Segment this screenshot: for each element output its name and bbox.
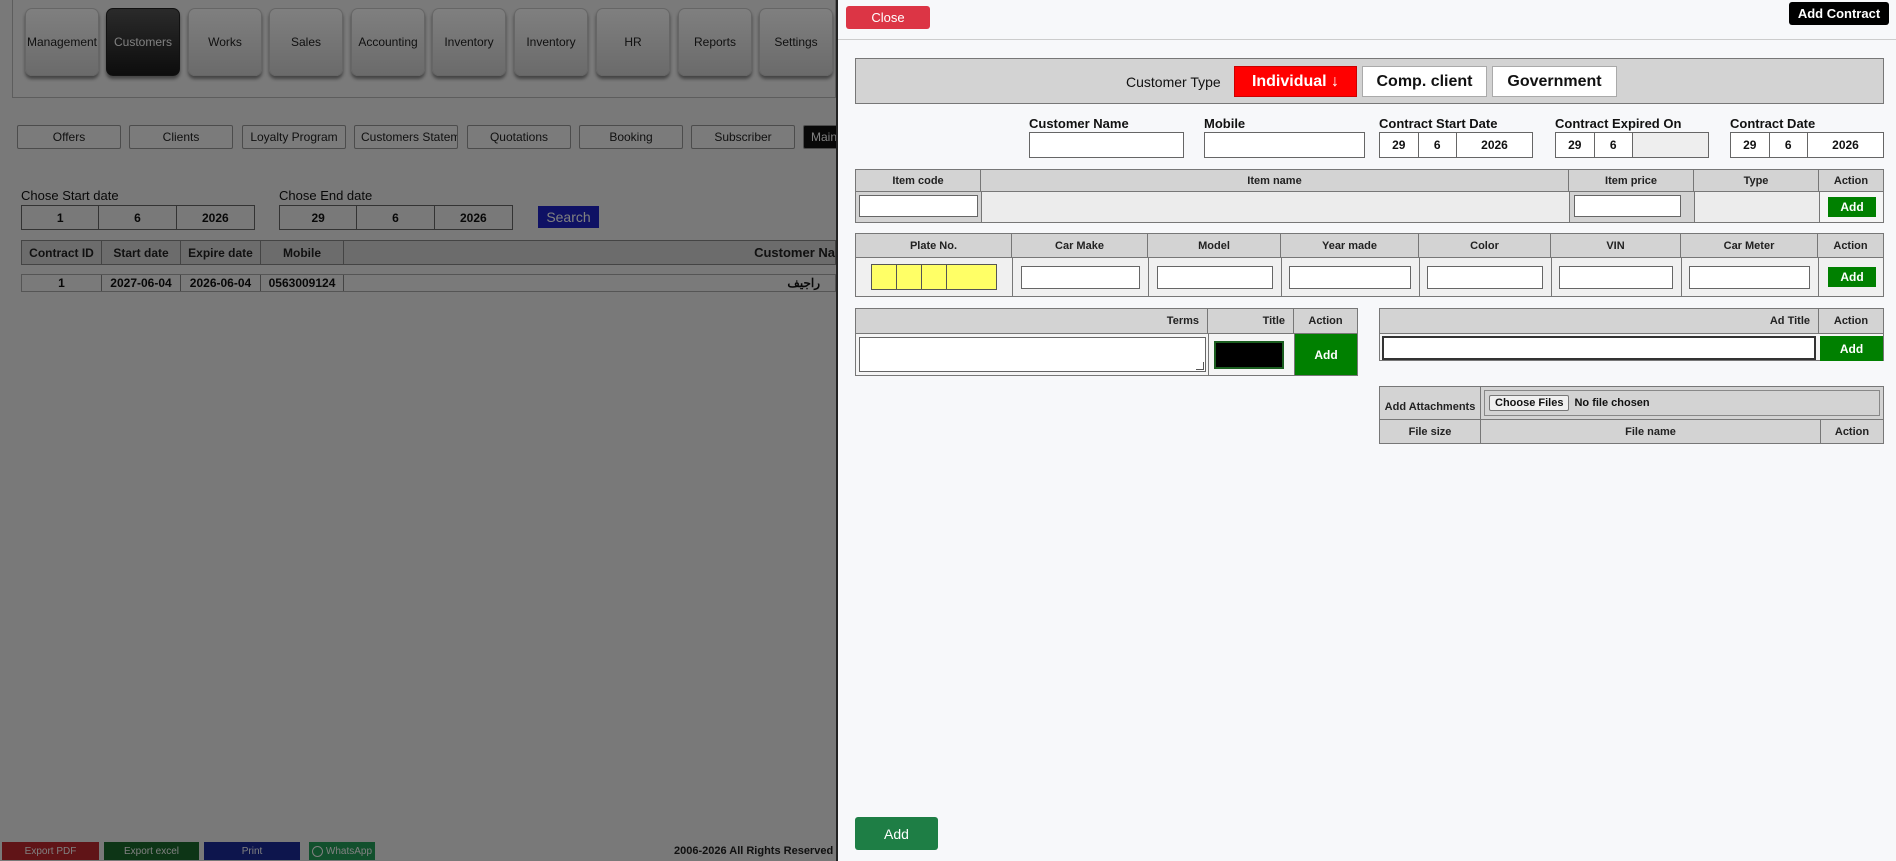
plate-no-header: Plate No.	[856, 234, 1012, 257]
item-name-header: Item name	[981, 170, 1569, 191]
file-name-header: File name	[1481, 420, 1821, 443]
ad-title-table: Ad Title Action Add	[1379, 308, 1884, 361]
customer-name-label: Customer Name	[1029, 116, 1129, 131]
car-divider	[1012, 258, 1013, 296]
item-code-header: Item code	[856, 170, 981, 191]
car-table: Plate No. Car Make Model Year made Color…	[855, 233, 1884, 297]
contract-expired-day[interactable]: 29	[1556, 133, 1595, 157]
add-ad-button[interactable]: Add	[1820, 336, 1883, 361]
plate-no-input[interactable]	[871, 264, 997, 290]
contract-expired-month[interactable]: 6	[1595, 133, 1633, 157]
items-table: Item code Item name Item price Type Acti…	[855, 169, 1884, 223]
item-price-input[interactable]	[1574, 195, 1681, 217]
year-made-input[interactable]	[1289, 266, 1411, 289]
vin-input[interactable]	[1559, 266, 1673, 289]
ad-title-input[interactable]	[1382, 336, 1816, 360]
customer-type-label: Customer Type	[1126, 74, 1221, 90]
file-size-header: File size	[1380, 420, 1481, 443]
modal-overlay[interactable]	[0, 0, 836, 861]
customer-name-input[interactable]	[1029, 132, 1184, 158]
no-file-text: No file chosen	[1574, 397, 1650, 409]
type-individual[interactable]: Individual ↓	[1234, 66, 1357, 97]
mobile-input[interactable]	[1204, 132, 1365, 158]
contract-expired-year[interactable]	[1633, 133, 1708, 157]
add-item-button[interactable]: Add	[1828, 197, 1876, 217]
item-price-header: Item price	[1569, 170, 1694, 191]
car-divider	[1818, 258, 1819, 296]
contract-start-day[interactable]: 29	[1380, 133, 1419, 157]
add-term-button[interactable]: Add	[1295, 334, 1357, 375]
contract-expired-label: Contract Expired On	[1555, 116, 1682, 131]
type-comp-client[interactable]: Comp. client	[1362, 66, 1487, 97]
ad-title-header: Ad Title	[1380, 309, 1819, 333]
type-cell	[1695, 192, 1819, 222]
ad-action-header: Action	[1833, 315, 1869, 327]
item-code-input[interactable]	[859, 195, 978, 217]
contract-date-label: Contract Date	[1730, 116, 1816, 131]
attachments-table: Add Attachments Choose Files No file cho…	[1379, 386, 1884, 444]
car-divider	[1551, 258, 1552, 296]
plate-part-1[interactable]	[872, 265, 897, 289]
car-meter-input[interactable]	[1689, 266, 1810, 289]
title-header: Title	[1208, 309, 1294, 333]
car-divider	[1148, 258, 1149, 296]
add-car-button[interactable]: Add	[1828, 267, 1876, 287]
contract-start-label: Contract Start Date	[1379, 116, 1498, 131]
color-input[interactable]	[1427, 266, 1543, 289]
contract-date-month[interactable]: 6	[1770, 133, 1808, 157]
choose-files-button[interactable]: Choose Files	[1489, 395, 1570, 411]
action-header: Action	[1833, 174, 1869, 187]
terms-textarea[interactable]	[859, 337, 1206, 372]
mobile-label: Mobile	[1204, 116, 1246, 131]
add-contract-button[interactable]: Add Contract	[1789, 2, 1889, 25]
close-button[interactable]: Close	[846, 6, 930, 29]
year-made-header: Year made	[1281, 234, 1419, 257]
plate-part-4[interactable]	[947, 265, 996, 289]
car-action-header: Action	[1833, 239, 1868, 252]
terms-header: Terms	[856, 309, 1208, 333]
contract-start-year[interactable]: 2026	[1457, 133, 1532, 157]
customer-type-bar: Customer Type Individual ↓ Comp. client …	[855, 58, 1884, 104]
title-input[interactable]	[1214, 341, 1284, 369]
resize-handle-icon[interactable]	[1196, 362, 1204, 370]
contract-date-picker[interactable]: 29 6 2026	[1730, 132, 1884, 158]
contract-date-day[interactable]: 29	[1731, 133, 1770, 157]
submit-add-button[interactable]: Add	[855, 817, 938, 850]
file-action-header: Action	[1834, 425, 1870, 438]
car-divider	[1681, 258, 1682, 296]
plate-part-3[interactable]	[922, 265, 947, 289]
car-divider	[1419, 258, 1420, 296]
contract-expired-picker[interactable]: 29 6	[1555, 132, 1709, 158]
type-header: Type	[1694, 170, 1819, 191]
file-input[interactable]: Choose Files No file chosen	[1484, 390, 1880, 416]
terms-action-header: Action	[1308, 315, 1343, 327]
car-divider	[1281, 258, 1282, 296]
model-input[interactable]	[1157, 266, 1273, 289]
add-attachments-label: Add Attachments	[1380, 387, 1481, 419]
car-meter-header: Car Meter	[1681, 234, 1818, 257]
vin-header: VIN	[1551, 234, 1681, 257]
type-government[interactable]: Government	[1492, 66, 1617, 97]
plate-part-2[interactable]	[897, 265, 922, 289]
model-header: Model	[1148, 234, 1281, 257]
contract-start-picker[interactable]: 29 6 2026	[1379, 132, 1533, 158]
item-name-cell	[982, 192, 1569, 222]
terms-header-divider	[856, 333, 1357, 334]
car-make-header: Car Make	[1012, 234, 1148, 257]
terms-table: Terms Title Action Add	[855, 308, 1358, 376]
items-divider	[1569, 191, 1570, 222]
car-make-input[interactable]	[1021, 266, 1140, 289]
contract-start-month[interactable]: 6	[1419, 133, 1457, 157]
contract-date-year[interactable]: 2026	[1808, 133, 1883, 157]
ad-header-divider	[1380, 333, 1883, 334]
terms-divider	[1208, 333, 1209, 375]
color-header: Color	[1419, 234, 1551, 257]
add-contract-panel: Close Add Contract Customer Type Individ…	[836, 0, 1896, 861]
header-divider	[838, 39, 1896, 40]
